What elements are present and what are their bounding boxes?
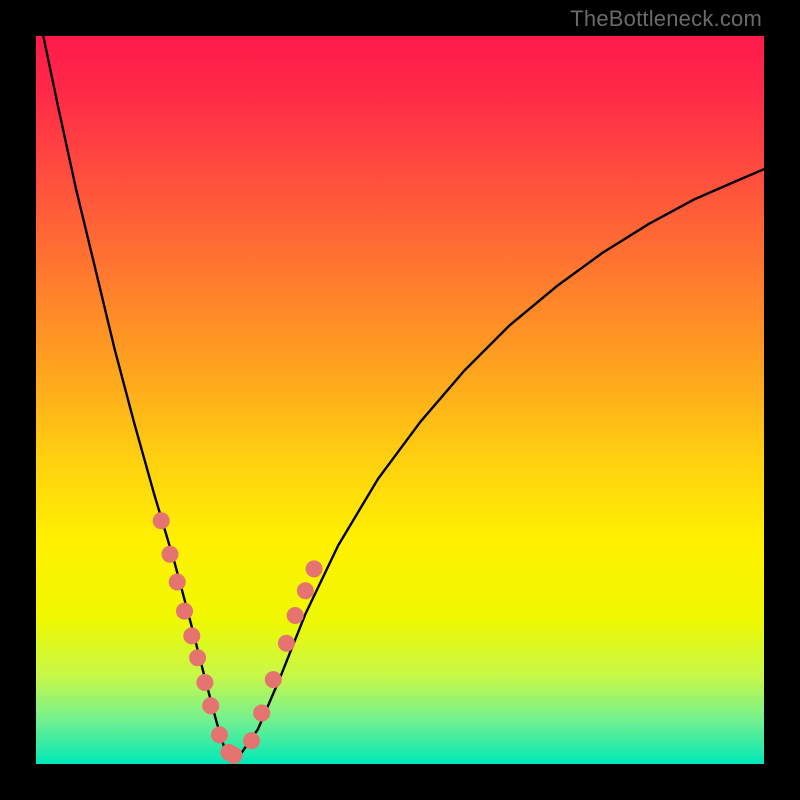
highlight-dot bbox=[287, 608, 303, 624]
highlight-dot bbox=[306, 561, 322, 577]
highlight-dot bbox=[153, 513, 169, 529]
highlight-dot bbox=[226, 747, 242, 763]
curve-layer bbox=[43, 36, 764, 755]
highlight-dot bbox=[197, 675, 213, 691]
highlight-dot bbox=[278, 635, 294, 651]
highlight-dot bbox=[254, 705, 270, 721]
bottleneck-curve bbox=[43, 36, 764, 755]
highlight-dot bbox=[169, 574, 185, 590]
highlight-dot bbox=[203, 698, 219, 714]
highlight-dot bbox=[265, 672, 281, 688]
outer-frame: TheBottleneck.com bbox=[0, 0, 800, 800]
chart-svg bbox=[36, 36, 764, 764]
highlight-dot bbox=[190, 650, 206, 666]
highlight-dot bbox=[177, 603, 193, 619]
highlight-dot bbox=[212, 727, 228, 743]
highlight-dot bbox=[162, 546, 178, 562]
highlight-dot bbox=[297, 583, 313, 599]
highlight-dot bbox=[244, 733, 260, 749]
watermark-text: TheBottleneck.com bbox=[570, 6, 762, 32]
plot-area bbox=[36, 36, 764, 764]
highlight-dot bbox=[184, 628, 200, 644]
